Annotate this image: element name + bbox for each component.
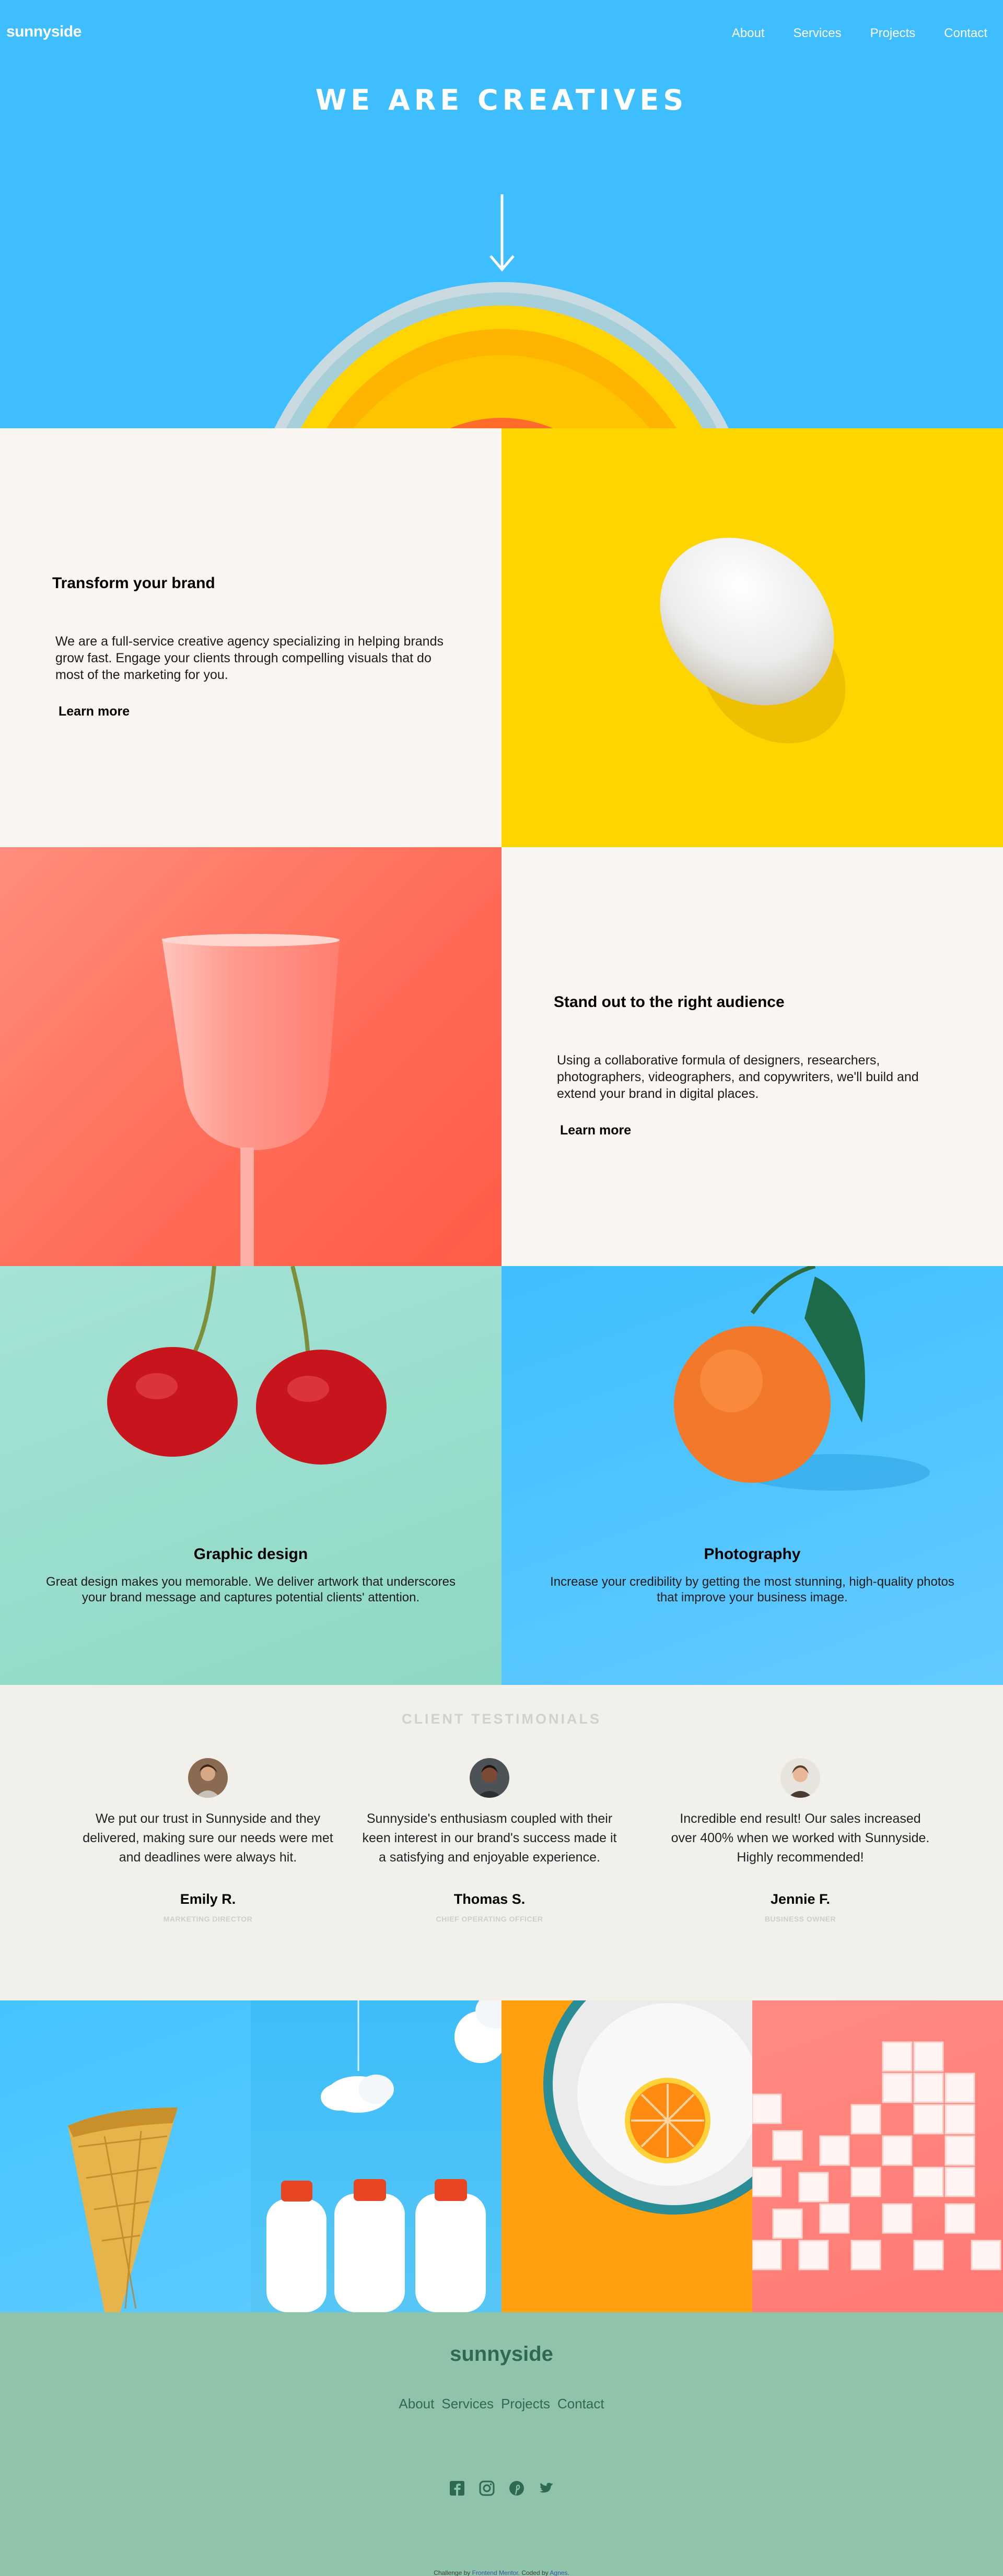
footer-nav: About Services Projects Contact	[0, 2396, 1003, 2412]
nav-contact[interactable]: Contact	[944, 26, 987, 41]
nav-about[interactable]: About	[732, 26, 765, 41]
feature-body: We are a full-service creative agency sp…	[55, 634, 444, 682]
service-photography: Photography Increase your credibility by…	[501, 1266, 1003, 1685]
feature-title-2: Stand out to the right audience	[554, 993, 785, 1011]
credit-suffix: .	[567, 2569, 569, 2576]
credit-link-author[interactable]: Agnes	[550, 2569, 567, 2576]
service-description-2: Increase your credibility by getting the…	[550, 1575, 954, 1605]
feature-text-block-2: Stand out to the right audience Using a …	[554, 993, 951, 1138]
pinterest-icon[interactable]	[509, 2480, 524, 2496]
testimonial-role: BUSINESS OWNER	[764, 1915, 836, 1923]
avatar	[780, 1758, 820, 1798]
testimonial-card: We put our trust in Sunnyside and they d…	[77, 1758, 339, 1923]
cherries-image	[107, 1266, 387, 1465]
egg-image-panel	[501, 428, 1003, 847]
arrow-down-icon[interactable]	[488, 194, 516, 273]
social-links	[0, 2480, 1003, 2496]
nav-projects[interactable]: Projects	[870, 26, 916, 41]
avatar	[188, 1758, 228, 1798]
service-title-2: Photography	[704, 1545, 801, 1563]
footer-nav-contact[interactable]: Contact	[557, 2396, 604, 2412]
testimonial-name: Thomas S.	[453, 1891, 526, 1907]
egg-image	[660, 537, 846, 744]
avatar	[470, 1758, 509, 1798]
testimonial-card: Sunnyside's enthusiasm coupled with thei…	[359, 1758, 620, 1923]
twitter-icon[interactable]	[539, 2480, 554, 2496]
testimonial-card: Incredible end result! Our sales increas…	[670, 1758, 931, 1923]
testimonial-quote: We put our trust in Sunnyside and they d…	[83, 1811, 333, 1865]
footer-nav-projects[interactable]: Projects	[501, 2396, 550, 2412]
footer-logo[interactable]: sunnyside	[0, 2343, 1003, 2366]
footer-nav-services[interactable]: Services	[441, 2396, 494, 2412]
feature-text-panel-2: Stand out to the right audience Using a …	[501, 847, 1003, 1266]
nav-services[interactable]: Services	[794, 26, 842, 41]
feature-row-brand: Transform your brand We are a full-servi…	[0, 428, 1003, 847]
learn-more-link[interactable]: Learn more	[59, 704, 130, 719]
gallery-image-orange-plate	[501, 2000, 752, 2312]
footer-nav-about[interactable]: About	[399, 2396, 434, 2412]
learn-more-link-2[interactable]: Learn more	[560, 1123, 631, 1138]
attribution: Challenge by Frontend Mentor. Coded by A…	[0, 2569, 1003, 2576]
top-navigation: sunnyside About Services Projects Contac…	[0, 0, 1003, 63]
service-title: Graphic design	[193, 1545, 308, 1563]
glass-image	[162, 934, 340, 1266]
testimonial-name: Emily R.	[180, 1891, 236, 1907]
testimonial-name: Jennie F.	[770, 1891, 831, 1907]
testimonial-role: CHIEF OPERATING OFFICER	[436, 1915, 543, 1923]
facebook-icon[interactable]	[449, 2480, 465, 2496]
testimonial-quote: Sunnyside's enthusiasm coupled with thei…	[362, 1811, 617, 1865]
footer: sunnyside About Services Projects Contac…	[0, 2312, 1003, 2576]
main-nav: About Services Projects Contact	[703, 26, 987, 41]
testimonial-role: MARKETING DIRECTOR	[163, 1915, 253, 1923]
hero-title: WE ARE CREATIVES	[315, 84, 688, 116]
credit-middle: . Coded by	[518, 2569, 550, 2576]
feature-text-panel: Transform your brand We are a full-servi…	[0, 428, 501, 847]
credit-prefix: Challenge by	[434, 2569, 472, 2576]
instagram-icon[interactable]	[479, 2480, 495, 2496]
service-graphic-design: Graphic design Great design makes you me…	[0, 1266, 501, 1685]
site-logo[interactable]: sunnyside	[6, 23, 81, 41]
testimonials-heading: CLIENT TESTIMONIALS	[402, 1711, 601, 1727]
glass-image-panel	[0, 847, 501, 1266]
feature-text-block: Transform your brand We are a full-servi…	[52, 575, 449, 719]
gallery-image-cone	[0, 2000, 251, 2312]
feature-title: Transform your brand	[52, 575, 215, 592]
service-description: Great design makes you memorable. We del…	[46, 1575, 456, 1605]
services-row: Graphic design Great design makes you me…	[0, 1266, 1003, 1685]
gallery-image-sugar-cubes	[752, 2000, 1003, 2312]
orange-image	[674, 1266, 930, 1491]
feature-row-audience: Stand out to the right audience Using a …	[0, 847, 1003, 1266]
feature-body-2: Using a collaborative formula of designe…	[557, 1053, 919, 1101]
testimonials-section: CLIENT TESTIMONIALS We put our trust in …	[0, 1685, 1003, 2000]
hero-orange-bowl-image	[274, 282, 729, 428]
hero-section: sunnyside About Services Projects Contac…	[0, 0, 1003, 428]
gallery-image-milk-bottles	[251, 2000, 501, 2312]
gallery-section	[0, 2000, 1003, 2312]
credit-link-frontend-mentor[interactable]: Frontend Mentor	[472, 2569, 518, 2576]
testimonial-quote: Incredible end result! Our sales increas…	[671, 1811, 930, 1865]
